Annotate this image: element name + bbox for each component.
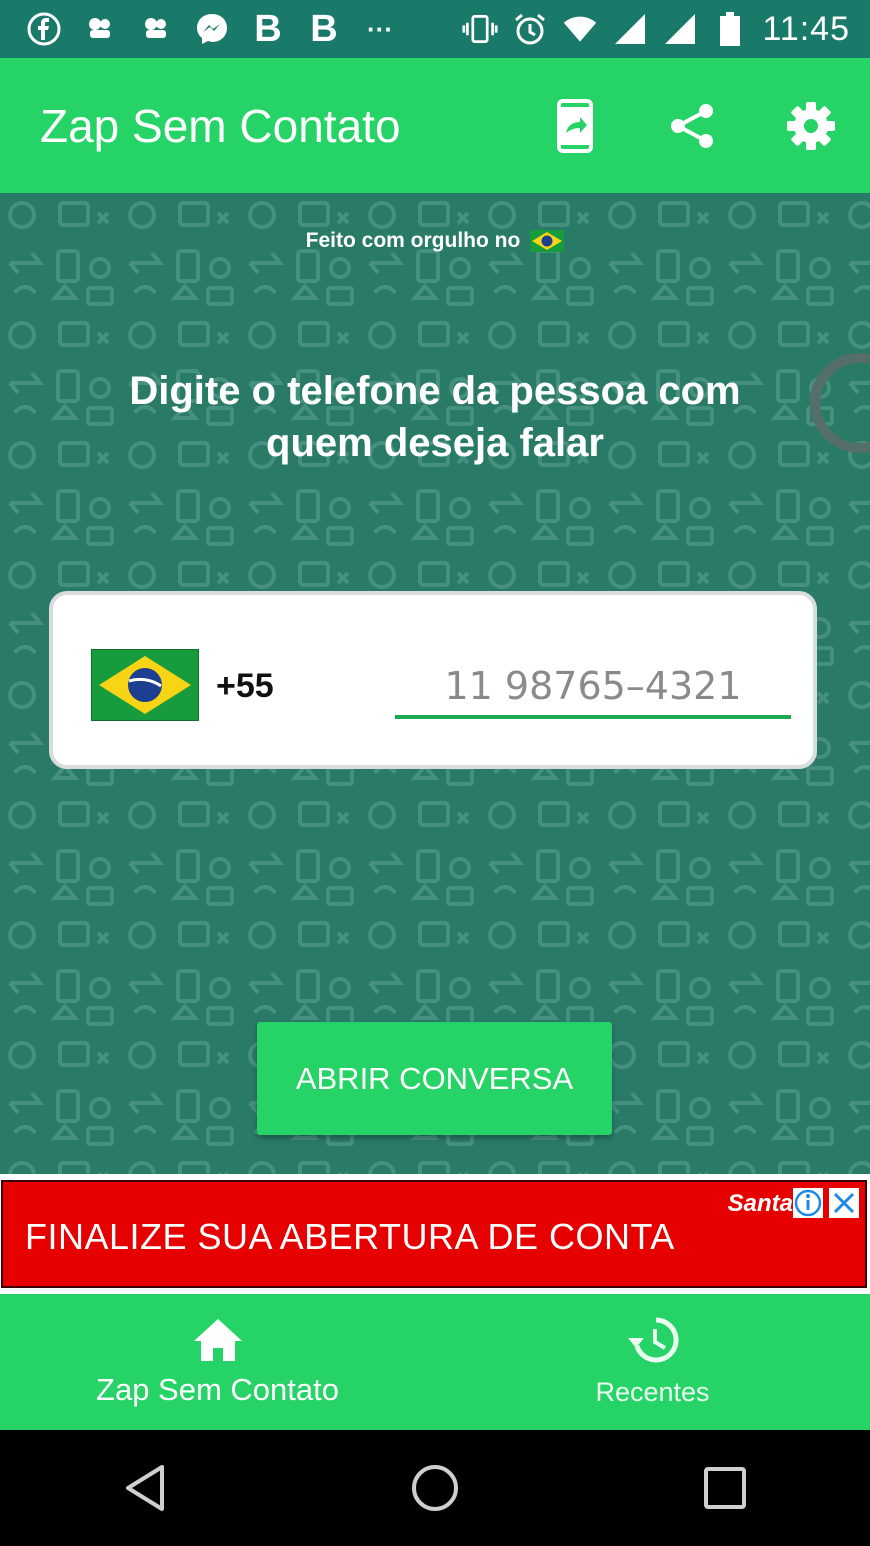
b-icon: B [310,7,338,50]
open-in-app-icon[interactable] [548,98,602,153]
country-code[interactable]: +55 [216,667,274,706]
vibrate-icon [462,11,498,47]
game-icon [138,11,174,47]
more-icon: ··· [367,13,393,44]
home-circle-icon[interactable] [405,1458,465,1518]
tagline: Feito com orgulho no [0,229,870,253]
ad-brand: Santa [727,1190,793,1217]
alarm-icon [512,11,548,47]
b-icon: B [254,7,282,50]
ad-text: FINALIZE SUA ABERTURA DE CONTA [25,1216,675,1257]
ad-info-icon[interactable] [793,1188,823,1218]
brazil-flag-icon[interactable] [90,648,200,722]
nav-label-home: Zap Sem Contato [96,1371,339,1407]
app-bar: Zap Sem Contato [0,58,870,193]
game-icon [82,11,118,47]
nav-item-home[interactable]: Zap Sem Contato [0,1294,435,1430]
brazil-flag-icon [530,230,565,252]
ad-close-icon[interactable] [829,1188,859,1218]
ad-banner-container: FINALIZE SUA ABERTURA DE CONTA Santa [0,1174,870,1294]
messenger-icon [194,11,230,47]
status-bar: B B ··· 11:45 [0,0,870,58]
signal-icon [612,11,648,47]
settings-icon[interactable] [784,99,838,153]
clock: 11:45 [762,9,850,48]
facebook-icon [26,11,62,47]
tagline-text: Feito com orgulho no [305,229,521,252]
nav-item-recentes[interactable]: Recentes [435,1294,870,1430]
share-icon[interactable] [666,99,720,153]
headline: Digite o telefone da pessoa com quem des… [129,369,741,465]
ad-banner[interactable]: FINALIZE SUA ABERTURA DE CONTA Santa [1,1180,867,1288]
phone-input-card: +55 [49,591,817,769]
phone-input[interactable] [395,657,791,719]
history-icon [626,1316,680,1369]
open-chat-button[interactable]: ABRIR CONVERSA [257,1022,612,1135]
system-navigation-bar [0,1430,870,1546]
recents-square-icon[interactable] [695,1458,755,1518]
main-content: Feito com orgulho no Digite o telefone d… [0,193,870,1174]
app-title: Zap Sem Contato [40,99,401,152]
nav-label-recentes: Recentes [595,1377,710,1407]
home-icon [192,1317,244,1368]
battery-icon [712,11,748,47]
signal-icon [662,11,698,47]
bottom-navigation: Zap Sem Contato Recentes [0,1294,870,1430]
wifi-icon [562,11,598,47]
back-icon[interactable] [115,1458,175,1518]
